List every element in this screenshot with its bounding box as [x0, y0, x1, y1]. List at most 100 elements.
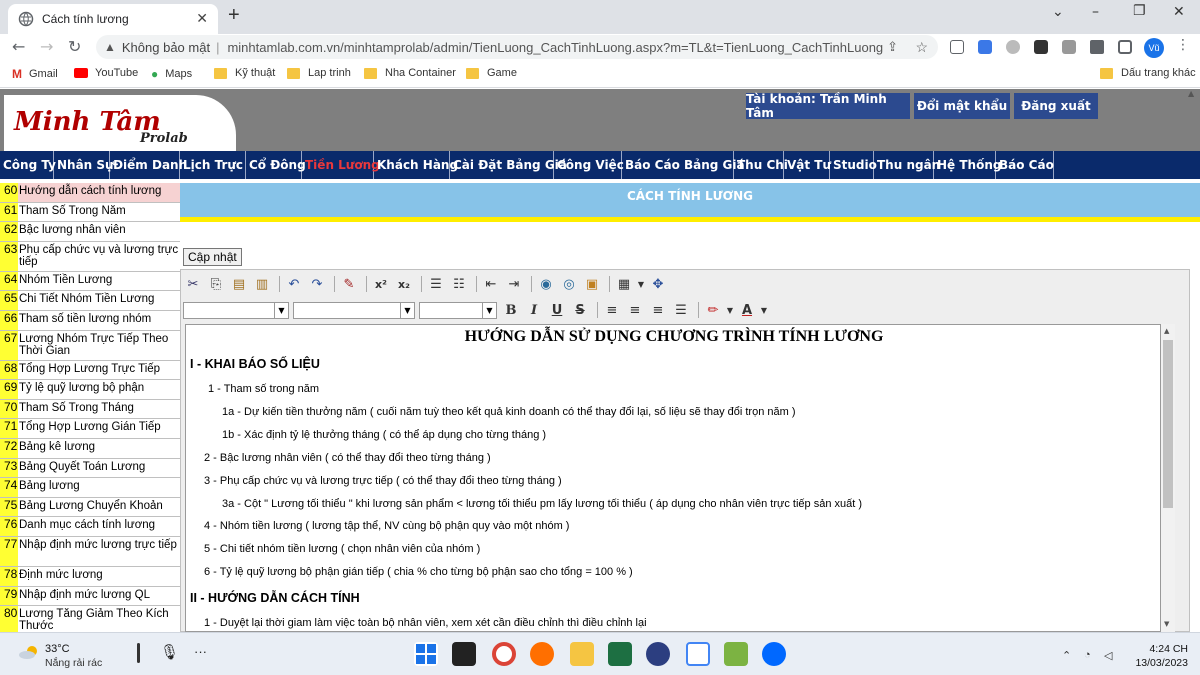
- firefox-icon[interactable]: [530, 642, 554, 666]
- menu-item[interactable]: Nhân Sự: [54, 151, 114, 179]
- start-button[interactable]: [414, 642, 438, 666]
- sidebar-item[interactable]: 75 Bảng Lương Chuyển Khoản: [0, 497, 180, 518]
- warning-icon[interactable]: ▲: [104, 40, 116, 54]
- minimize-icon[interactable]: –: [1092, 4, 1099, 20]
- sidebar-item[interactable]: 80 Lương Tăng Giảm Theo Kích Thước: [0, 606, 180, 632]
- italic-button[interactable]: I: [524, 300, 544, 320]
- clock-date[interactable]: 13/03/2023: [1128, 657, 1188, 669]
- sidebar-item[interactable]: 70 Tham Số Trong Tháng: [0, 399, 180, 420]
- menu-item[interactable]: Studio: [830, 151, 877, 179]
- align-right-icon[interactable]: ≡: [648, 300, 668, 320]
- bookmark-ky-thuat[interactable]: Kỹ thuật: [214, 67, 275, 79]
- tab-search-icon[interactable]: ⌄: [1052, 4, 1064, 20]
- link-icon[interactable]: ◉: [536, 274, 556, 294]
- table-icon[interactable]: ▦: [614, 274, 634, 294]
- menu-item[interactable]: Thu Chi: [734, 151, 788, 179]
- search-bar-handle[interactable]: [137, 643, 140, 663]
- font-family-select[interactable]: ▼: [293, 301, 415, 319]
- bookmark-nha-container[interactable]: Nha Container: [364, 67, 456, 79]
- cut-icon[interactable]: ✂: [183, 274, 203, 294]
- indent-icon[interactable]: ⇥: [504, 274, 524, 294]
- chrome-icon[interactable]: [492, 642, 516, 666]
- menu-item[interactable]: Điểm Danh: [110, 151, 187, 179]
- paste-icon[interactable]: ▤: [229, 274, 249, 294]
- sidebar-item[interactable]: 79 Nhập định mức lương QL: [0, 586, 180, 607]
- menu-item[interactable]: Khách Hàng: [374, 151, 458, 179]
- sidebar-item[interactable]: 78 Định mức lương: [0, 566, 180, 587]
- menu-kebab-icon[interactable]: ⋮: [1176, 37, 1190, 53]
- undo-icon[interactable]: ↶: [284, 274, 304, 294]
- extension-icon[interactable]: [1006, 40, 1020, 54]
- wifi-icon[interactable]: ◔: [1084, 649, 1091, 661]
- reload-icon[interactable]: ↻: [68, 37, 81, 56]
- menu-item[interactable]: Lịch Trực: [180, 151, 246, 179]
- clock-time[interactable]: 4:24 CH: [1138, 643, 1188, 655]
- subscript-button[interactable]: x₂: [394, 274, 414, 294]
- share-icon[interactable]: ⇪: [887, 39, 898, 55]
- logo[interactable]: Minh Tâm Prolab: [4, 95, 236, 151]
- picker-extension-icon[interactable]: [978, 40, 992, 54]
- profile-avatar[interactable]: Vũ: [1144, 38, 1164, 58]
- move-icon[interactable]: ✥: [648, 274, 668, 294]
- unlink-icon[interactable]: ◎: [559, 274, 579, 294]
- sidebar-item[interactable]: 64 Nhóm Tiền Lương: [0, 271, 180, 292]
- spellcheck-icon[interactable]: ✎: [339, 274, 359, 294]
- align-center-icon[interactable]: ≡: [625, 300, 645, 320]
- bookmark-other[interactable]: Dấu trang khác: [1100, 67, 1196, 79]
- menu-item[interactable]: Thu ngân: [874, 151, 940, 179]
- close-tab-icon[interactable]: ✕: [196, 11, 208, 27]
- zalo-icon[interactable]: [762, 642, 786, 666]
- browser-tab[interactable]: Cách tính lương ✕: [8, 4, 218, 34]
- copy-icon[interactable]: ⎘: [206, 274, 226, 294]
- page-scroll-up-icon[interactable]: ▲: [1188, 89, 1194, 98]
- font-size-select[interactable]: ▼: [419, 301, 497, 319]
- sidebar-item[interactable]: 62 Bậc lương nhân viên: [0, 222, 180, 242]
- excel-icon[interactable]: [608, 642, 632, 666]
- scrollbar-thumb[interactable]: [1163, 340, 1173, 508]
- menu-item[interactable]: Cài Đặt Bảng Giá: [450, 151, 567, 179]
- font-color-button[interactable]: A: [737, 300, 757, 320]
- sidebar-item[interactable]: 65 Chi Tiết Nhóm Tiền Lương: [0, 291, 180, 311]
- outdent-icon[interactable]: ⇤: [481, 274, 501, 294]
- bookmark-maps[interactable]: ● Maps: [151, 67, 192, 81]
- document-body[interactable]: HƯỚNG DẪN SỬ DỤNG CHƯƠNG TRÌNH TÍNH LƯƠN…: [185, 324, 1161, 632]
- sidepanel-icon[interactable]: [1118, 40, 1132, 54]
- menu-item[interactable]: Tiền Lương: [302, 151, 380, 179]
- close-window-icon[interactable]: ✕: [1173, 4, 1185, 20]
- bookmark-star-icon[interactable]: ☆: [915, 39, 928, 56]
- bold-button[interactable]: B: [501, 300, 521, 320]
- forward-icon[interactable]: →: [40, 37, 53, 56]
- bookmark-lap-trinh[interactable]: Lap trinh: [287, 67, 351, 79]
- menu-item[interactable]: Công Việc: [554, 151, 624, 179]
- sidebar-item[interactable]: 73 Bảng Quyết Toán Lương: [0, 458, 180, 479]
- update-button[interactable]: Cập nhật: [183, 248, 242, 266]
- align-justify-icon[interactable]: ☰: [671, 300, 691, 320]
- highlight-icon[interactable]: ✏: [703, 300, 723, 320]
- sidebar-item[interactable]: 71 Tổng Hợp Lương Gián Tiếp: [0, 419, 180, 439]
- sidebar-item[interactable]: 67 Lương Nhóm Trực Tiếp Theo Thời Gian: [0, 330, 180, 361]
- sidebar-item[interactable]: 63 Phụ cấp chức vụ và lương trực tiếp: [0, 241, 180, 272]
- gear-extension-icon[interactable]: [1034, 40, 1048, 54]
- scroll-up-icon[interactable]: ▲: [1164, 327, 1169, 335]
- paste-text-icon[interactable]: ▥: [252, 274, 272, 294]
- sidebar-item[interactable]: 60 Hướng dẫn cách tính lương: [0, 183, 180, 203]
- sidebar-item[interactable]: 76 Danh mục cách tính lương: [0, 517, 180, 537]
- screenshot-extension-icon[interactable]: [950, 40, 964, 54]
- paragraph-style-select[interactable]: ▼: [183, 301, 289, 319]
- ordered-list-icon[interactable]: ☰: [426, 274, 446, 294]
- new-tab-button[interactable]: +: [228, 4, 240, 27]
- weather-temp[interactable]: 33°C: [45, 643, 70, 655]
- tray-chevron-icon[interactable]: ⌃: [1062, 649, 1071, 662]
- menu-item[interactable]: Vật Tư: [784, 151, 831, 179]
- menu-item[interactable]: Công Ty: [0, 151, 56, 179]
- file-explorer-icon[interactable]: [570, 642, 594, 666]
- superscript-button[interactable]: x²: [371, 274, 391, 294]
- address-bar[interactable]: ▲ Không bảo mật | minhtamlab.com.vn/minh…: [96, 35, 938, 59]
- bookmark-game[interactable]: Game: [466, 67, 517, 79]
- sidebar-item[interactable]: 66 Tham số tiền lương nhóm: [0, 310, 180, 331]
- menu-item[interactable]: Báo Cáo Bảng Giá: [622, 151, 745, 179]
- bullet-list-icon[interactable]: ☷: [449, 274, 469, 294]
- sidebar-item[interactable]: 74 Bảng lương: [0, 478, 180, 498]
- menu-item[interactable]: Báo Cáo: [996, 151, 1054, 179]
- qr-extension-icon[interactable]: [1062, 40, 1076, 54]
